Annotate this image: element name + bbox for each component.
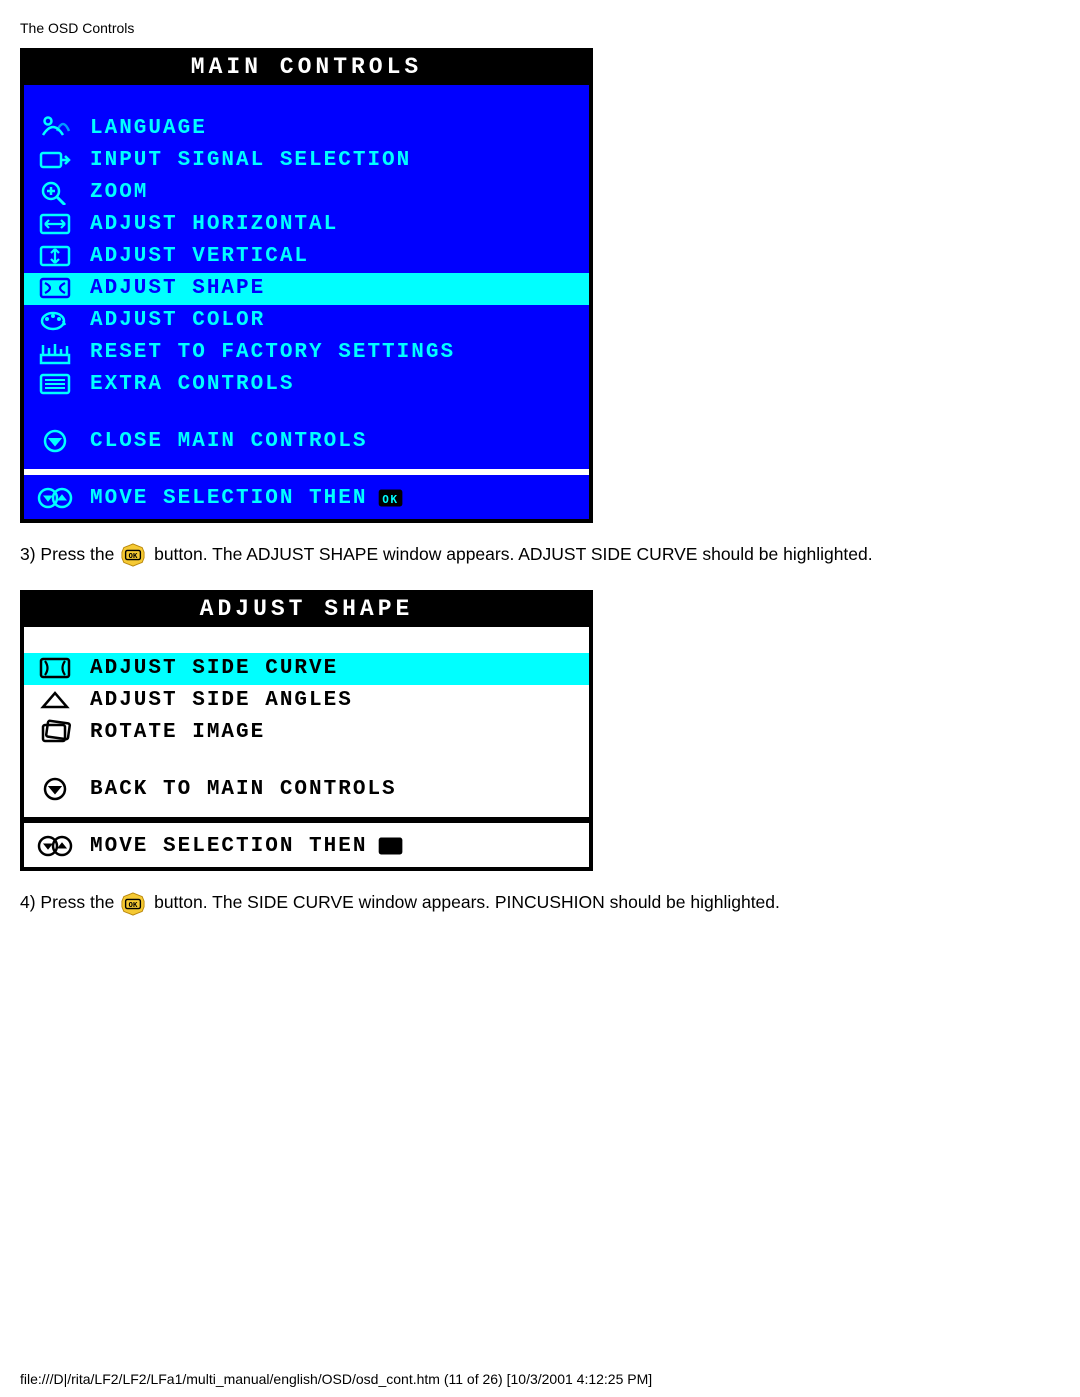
menu-item-extra-controls[interactable]: EXTRA CONTROLS [24,369,589,401]
menu-item-adjust-horizontal[interactable]: ADJUST HORIZONTAL [24,209,589,241]
instruction-text: button. The SIDE CURVE window appears. P… [154,892,780,912]
adjust-horizontal-icon [34,211,76,237]
reset-icon [34,339,76,365]
instruction-text: 4) Press the [20,892,119,912]
menu-label: ZOOM [76,182,148,203]
menu-item-adjust-vertical[interactable]: ADJUST VERTICAL [24,241,589,273]
down-circle-icon [34,776,76,802]
menu-item-adjust-color[interactable]: ADJUST COLOR [24,305,589,337]
osd-main-title: MAIN CONTROLS [24,52,589,85]
menu-item-input-signal[interactable]: INPUT SIGNAL SELECTION [24,145,589,177]
down-circle-icon [34,428,76,454]
instruction-step-4: 4) Press the button. The SIDE CURVE wind… [20,889,1060,916]
footer-text: MOVE SELECTION THEN [76,488,367,509]
instruction-text: button. The ADJUST SHAPE window appears.… [154,544,873,564]
menu-label: ADJUST COLOR [76,310,265,331]
osd-shape-title: ADJUST SHAPE [24,594,589,627]
osd-main-controls: MAIN CONTROLS LANGUAGE INPUT SIGNAL SELE… [20,48,593,523]
menu-label: ADJUST SHAPE [76,278,265,299]
side-angles-icon [34,687,76,713]
ok-badge-icon [121,543,147,567]
side-curve-icon [34,655,76,681]
footer-text: MOVE SELECTION THEN [76,836,367,857]
menu-item-language[interactable]: LANGUAGE [24,113,589,145]
osd-footer: MOVE SELECTION THEN [24,817,589,867]
menu-item-back[interactable]: BACK TO MAIN CONTROLS [24,769,589,811]
menu-item-side-angles[interactable]: ADJUST SIDE ANGLES [24,685,589,717]
menu-label: CLOSE MAIN CONTROLS [76,431,367,452]
menu-item-close[interactable]: CLOSE MAIN CONTROLS [24,421,589,463]
input-icon [34,147,76,173]
updown-circle-icon [34,485,76,511]
menu-label: ADJUST VERTICAL [76,246,309,267]
menu-label: ADJUST SIDE ANGLES [76,690,353,711]
osd-footer: MOVE SELECTION THEN [24,469,589,519]
menu-item-reset-factory[interactable]: RESET TO FACTORY SETTINGS [24,337,589,369]
ok-box-icon [377,487,405,509]
menu-label: EXTRA CONTROLS [76,374,294,395]
menu-item-side-curve[interactable]: ADJUST SIDE CURVE [24,653,589,685]
instruction-step-3: 3) Press the button. The ADJUST SHAPE wi… [20,541,1060,568]
menu-label: LANGUAGE [76,118,207,139]
adjust-vertical-icon [34,243,76,269]
adjust-shape-icon [34,275,76,301]
updown-circle-icon [34,833,76,859]
extra-controls-icon [34,371,76,397]
menu-label: INPUT SIGNAL SELECTION [76,150,411,171]
osd-adjust-shape: ADJUST SHAPE ADJUST SIDE CURVE ADJUST SI… [20,590,593,871]
menu-item-rotate-image[interactable]: ROTATE IMAGE [24,717,589,749]
language-icon [34,115,76,141]
menu-item-adjust-shape[interactable]: ADJUST SHAPE [24,273,589,305]
page-footer: file:///D|/rita/LF2/LF2/LFa1/multi_manua… [20,1371,652,1387]
zoom-icon [34,179,76,205]
instruction-text: 3) Press the [20,544,119,564]
ok-box-icon [377,835,405,857]
menu-label: ROTATE IMAGE [76,722,265,743]
menu-label: ADJUST SIDE CURVE [76,658,338,679]
menu-label: RESET TO FACTORY SETTINGS [76,342,455,363]
menu-item-zoom[interactable]: ZOOM [24,177,589,209]
menu-label: BACK TO MAIN CONTROLS [76,779,397,800]
page-header: The OSD Controls [20,20,1060,36]
menu-label: ADJUST HORIZONTAL [76,214,338,235]
adjust-color-icon [34,307,76,333]
ok-badge-icon [121,892,147,916]
rotate-icon [34,719,76,745]
